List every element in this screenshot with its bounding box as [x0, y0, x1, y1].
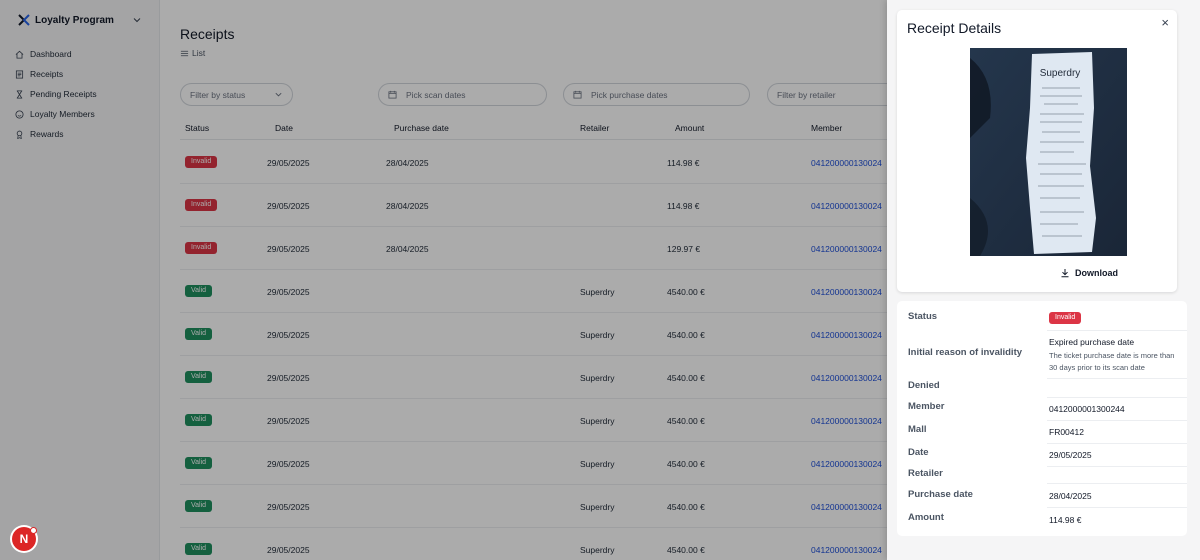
reason-title: Expired purchase date — [1049, 337, 1135, 347]
divider — [1047, 507, 1187, 508]
denied-label: Denied — [908, 380, 940, 391]
reason-description-line1: The ticket purchase date is more than — [1049, 351, 1175, 360]
reason-description-line2: 30 days prior to its scan date — [1049, 363, 1145, 372]
retailer-label: Retailer — [908, 468, 943, 479]
divider — [1047, 397, 1187, 398]
purchase-date-value: 28/04/2025 — [1049, 491, 1092, 501]
member-link[interactable]: 0412000001300244 — [1049, 404, 1125, 414]
divider — [1047, 443, 1187, 444]
modal-backdrop[interactable] — [0, 0, 887, 560]
notification-dot — [30, 527, 37, 534]
date-label: Date — [908, 447, 929, 458]
divider — [1047, 378, 1187, 379]
divider — [1047, 330, 1187, 331]
date-value: 29/05/2025 — [1049, 450, 1092, 460]
close-button[interactable]: × — [1161, 16, 1169, 29]
download-button[interactable]: Download — [1060, 268, 1118, 278]
status-label: Status — [908, 311, 938, 322]
reason-label: Initial reason of invalidity — [908, 347, 1023, 358]
status-badge: Invalid — [1049, 312, 1082, 324]
download-label: Download — [1075, 268, 1118, 278]
mall-value: FR00412 — [1049, 427, 1084, 437]
receipt-image[interactable]: Superdry — [970, 48, 1127, 256]
amount-value: 114.98 € — [1049, 515, 1082, 525]
divider — [1047, 483, 1187, 484]
member-label: Member — [908, 401, 945, 412]
amount-label: Amount — [908, 512, 944, 523]
divider — [1047, 420, 1187, 421]
receipt-details-drawer: Receipt Details × Superdry Download Stat… — [887, 0, 1200, 560]
download-icon — [1061, 269, 1069, 278]
drawer-title: Receipt Details — [907, 20, 1002, 36]
purchase-date-label: Purchase date — [908, 489, 973, 500]
receipt-details-card: Status Invalid Initial reason of invalid… — [897, 301, 1187, 536]
receipt-brand: Superdry — [1040, 68, 1081, 79]
receipt-photo: Superdry — [970, 48, 1127, 256]
mall-label: Mall — [908, 424, 927, 435]
divider — [1047, 466, 1187, 467]
receipt-image-card: Receipt Details × Superdry Download — [897, 10, 1177, 292]
